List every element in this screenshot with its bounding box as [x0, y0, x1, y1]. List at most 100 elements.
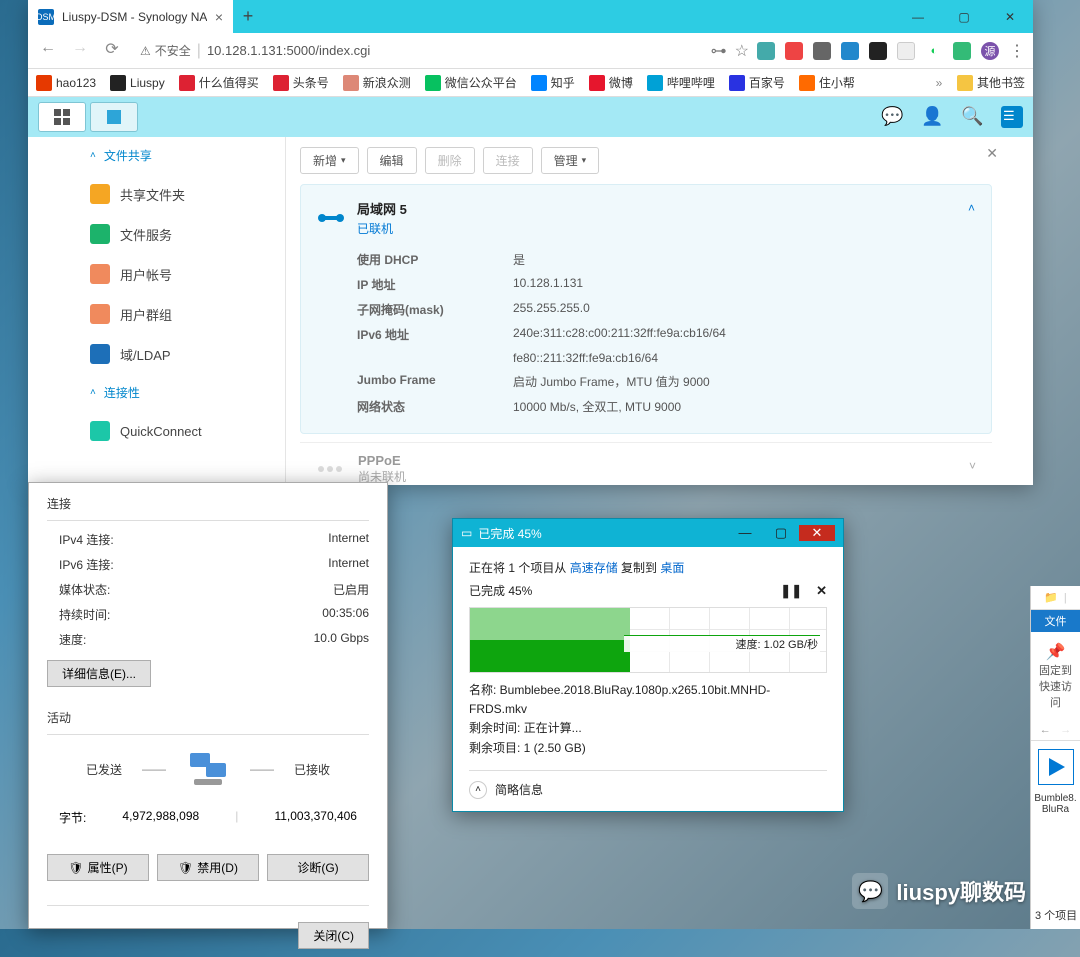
- connect-button: 连接: [483, 147, 533, 174]
- bookmark-item[interactable]: 哔哩哔哩: [647, 74, 715, 91]
- panel-close-icon[interactable]: ✕: [986, 145, 998, 162]
- pin-quickaccess[interactable]: 📌 固定到快速访问: [1031, 632, 1080, 720]
- chevron-up-icon: ˄: [90, 150, 96, 161]
- sidebar-item-fileshare-4[interactable]: 域/LDAP: [76, 334, 285, 374]
- bookmark-item[interactable]: 微信公众平台: [425, 74, 517, 91]
- back-icon[interactable]: ←: [1040, 724, 1051, 736]
- sidebar-item-icon: [90, 421, 110, 441]
- pppoe-icon: [316, 455, 344, 483]
- new-tab-button[interactable]: +: [233, 6, 263, 27]
- disable-button[interactable]: 🛡禁用(D): [157, 854, 259, 881]
- chevron-up-icon[interactable]: ˄: [968, 201, 975, 215]
- ext-icon[interactable]: [953, 42, 971, 60]
- chat-icon[interactable]: 💬: [881, 106, 903, 128]
- sidebar-item-fileshare-2[interactable]: 用户帐号: [76, 254, 285, 294]
- ext-icon[interactable]: [757, 42, 775, 60]
- search-icon[interactable]: 🔍: [961, 106, 983, 128]
- bookmark-item[interactable]: 微博: [589, 74, 633, 91]
- bookmark-item[interactable]: Liuspy: [110, 75, 165, 91]
- bookmark-item[interactable]: hao123: [36, 75, 96, 91]
- key-icon[interactable]: ⊶: [711, 41, 727, 61]
- ext-icon[interactable]: ◐: [925, 42, 943, 60]
- sidebar-item-connect-0[interactable]: QuickConnect: [76, 411, 285, 451]
- bookmark-item[interactable]: 知乎: [531, 74, 575, 91]
- bookmark-favicon: [110, 75, 126, 91]
- widgets-icon[interactable]: ☰: [1001, 106, 1023, 128]
- browser-tab[interactable]: DSM Liuspy-DSM - Synology NAS ×: [28, 0, 233, 33]
- sidebar-section-filesharing[interactable]: ˄ 文件共享: [76, 137, 285, 174]
- diagnose-button[interactable]: 诊断(G): [267, 854, 369, 881]
- details-button[interactable]: 详细信息(E)...: [47, 660, 151, 687]
- bookmark-item[interactable]: 住小帮: [799, 74, 855, 91]
- folder-icon[interactable]: 📁: [1044, 591, 1058, 604]
- dsm-taskbar: 💬 👤 🔍 ☰: [28, 97, 1033, 137]
- maximize-icon[interactable]: ▢: [763, 525, 799, 541]
- maximize-icon[interactable]: ▢: [941, 0, 987, 33]
- dest-link[interactable]: 桌面: [660, 561, 684, 575]
- close-icon[interactable]: ✕: [799, 525, 835, 541]
- reload-icon[interactable]: ⟳: [100, 39, 124, 63]
- dsm-toolbar: 新增 ▾ 编辑 删除 连接 管理 ▾: [300, 147, 992, 174]
- sidebar-item-fileshare-1[interactable]: 文件服务: [76, 214, 285, 254]
- sidebar-item-fileshare-3[interactable]: 用户群组: [76, 294, 285, 334]
- dsm-controlpanel-button[interactable]: [90, 102, 138, 132]
- close-button[interactable]: 关闭(C): [298, 922, 369, 949]
- url-field[interactable]: ⚠ 不安全 | 10.128.1.131:5000/index.cgi: [132, 42, 703, 60]
- bookmark-item[interactable]: 百家号: [729, 74, 785, 91]
- star-icon[interactable]: ☆: [735, 41, 749, 61]
- pause-icon[interactable]: ❚❚: [780, 583, 802, 599]
- extension-icons: ◐ 源 ⋮: [757, 41, 1025, 61]
- user-icon[interactable]: 👤: [921, 106, 943, 128]
- fewer-details-toggle[interactable]: ˄ 简略信息: [469, 770, 827, 799]
- source-link[interactable]: 高速存储: [570, 561, 618, 575]
- insecure-badge[interactable]: ⚠ 不安全: [140, 42, 191, 59]
- minimize-icon[interactable]: —: [727, 525, 763, 541]
- chevron-down-icon: ▾: [341, 155, 346, 166]
- network-interface-lan5[interactable]: ˄ 局域网 5 已联机 使用 DHCP是IP 地址10.128.1.131子网掩…: [300, 184, 992, 434]
- bookmark-favicon: [531, 75, 547, 91]
- close-icon[interactable]: ✕: [987, 0, 1033, 33]
- chevron-right-icon: »: [936, 76, 943, 90]
- browser-window: DSM Liuspy-DSM - Synology NAS × + — ▢ ✕ …: [28, 0, 1033, 485]
- bookmark-item[interactable]: 什么值得买: [179, 74, 259, 91]
- chevron-down-icon: ▾: [582, 155, 587, 166]
- speed-label: 速度: 1.02 GB/秒: [624, 635, 820, 652]
- pin-icon: 📌: [1035, 642, 1076, 662]
- status-row: 媒体状态:已启用: [47, 577, 369, 602]
- status-row: 持续时间:00:35:06: [47, 602, 369, 627]
- browser-titlebar: DSM Liuspy-DSM - Synology NAS × + — ▢ ✕: [28, 0, 1033, 33]
- profile-avatar[interactable]: 源: [981, 42, 999, 60]
- sidebar-section-connectivity[interactable]: ˄ 连接性: [76, 374, 285, 411]
- menu-icon[interactable]: ⋮: [1009, 41, 1025, 61]
- back-icon[interactable]: ←: [36, 39, 60, 63]
- bookmark-favicon: [729, 75, 745, 91]
- manage-button[interactable]: 管理 ▾: [541, 147, 600, 174]
- ext-icon[interactable]: [813, 42, 831, 60]
- desktop-icons-partial: [0, 40, 26, 232]
- edit-button[interactable]: 编辑: [367, 147, 417, 174]
- sidebar-item-fileshare-0[interactable]: 共享文件夹: [76, 174, 285, 214]
- ext-icon[interactable]: [785, 42, 803, 60]
- forward-icon: →: [68, 39, 92, 63]
- watermark: 💬 liuspy聊数码: [852, 873, 1026, 909]
- other-bookmarks[interactable]: » 其他书签: [936, 74, 1025, 91]
- chevron-down-icon[interactable]: ˅: [969, 459, 976, 473]
- cancel-icon[interactable]: ✕: [816, 583, 827, 599]
- bookmark-item[interactable]: 头条号: [273, 74, 329, 91]
- bookmark-favicon: [425, 75, 441, 91]
- explorer-file-tab[interactable]: 文件: [1031, 610, 1080, 632]
- ext-icon[interactable]: [841, 42, 859, 60]
- bookmark-favicon: [647, 75, 663, 91]
- bookmark-favicon: [179, 75, 195, 91]
- ext-icon[interactable]: [897, 42, 915, 60]
- dsm-dashboard-button[interactable]: [38, 102, 86, 132]
- file-thumbnail[interactable]: [1038, 749, 1074, 785]
- bookmark-item[interactable]: 新浪众测: [343, 74, 411, 91]
- network-interface-pppoe[interactable]: ˅ PPPoE 尚未联机: [300, 442, 992, 485]
- progress-text: 已完成 45%: [469, 582, 532, 599]
- tab-close-icon[interactable]: ×: [215, 9, 223, 25]
- add-button[interactable]: 新增 ▾: [300, 147, 359, 174]
- minimize-icon[interactable]: —: [895, 0, 941, 33]
- ext-icon[interactable]: [869, 42, 887, 60]
- properties-button[interactable]: 🛡属性(P): [47, 854, 149, 881]
